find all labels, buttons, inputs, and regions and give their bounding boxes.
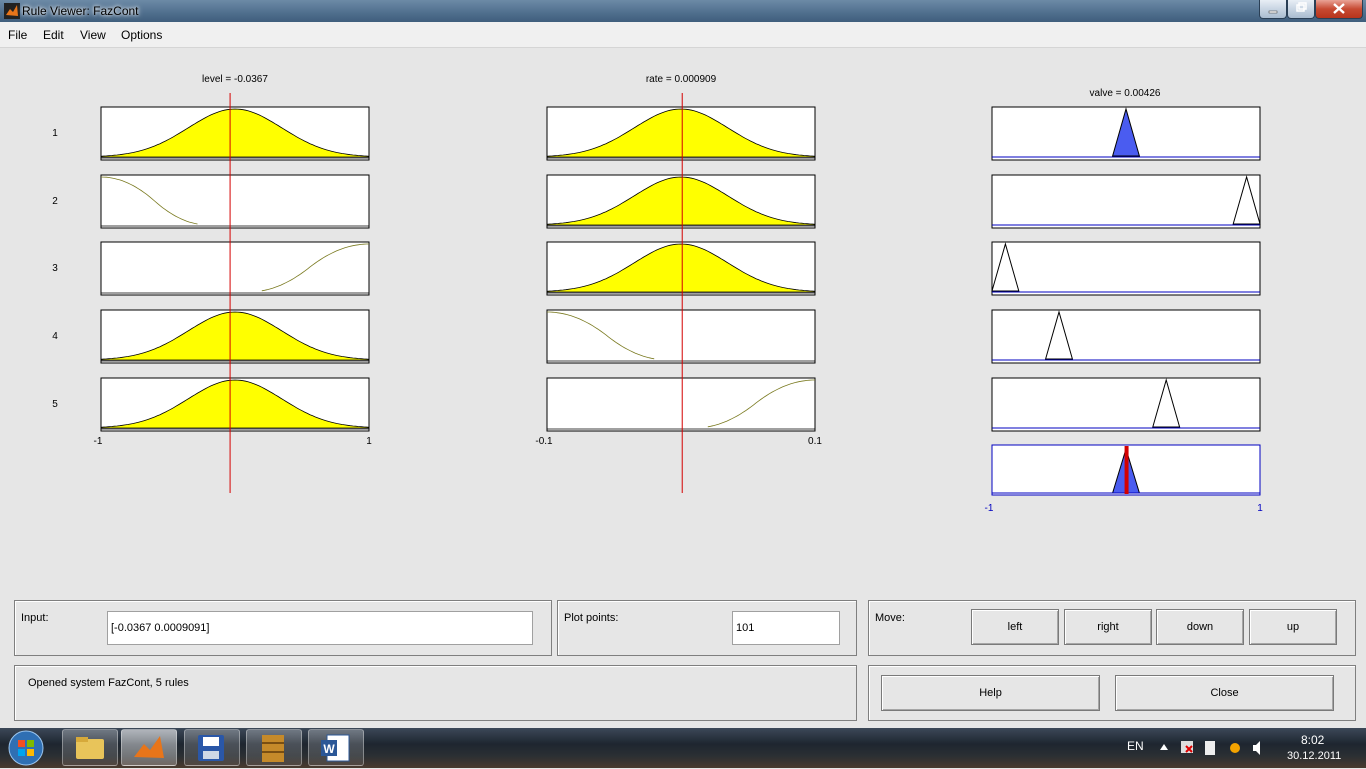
status-text: Opened system FazCont, 5 rules: [28, 677, 189, 689]
save-disk-icon: [198, 735, 224, 761]
plot-points-label: Plot points:: [564, 612, 619, 624]
mf-axes: [546, 309, 816, 364]
move-right-button[interactable]: right: [1064, 609, 1152, 645]
mf-axes: [100, 241, 370, 296]
input-title: rate = 0.000909: [646, 74, 717, 85]
tray-icons: [1160, 741, 1260, 755]
help-close-panel: Help Close: [868, 665, 1356, 721]
input-field[interactable]: [-0.0367 0.0009091]: [107, 611, 533, 645]
word-icon: W: [321, 734, 350, 762]
axis-min-label: -1: [94, 436, 103, 447]
rule-number: 1: [52, 128, 58, 139]
help-button[interactable]: Help: [881, 675, 1100, 711]
input-label: Input:: [21, 612, 49, 624]
output-mf-axes: [991, 377, 1261, 432]
output-mf-axes: [991, 309, 1261, 364]
output-axis-min-label: -1: [985, 503, 994, 514]
axis-max-label: 1: [366, 436, 372, 447]
volume-icon[interactable]: [1253, 741, 1260, 755]
output-mf-axes: [991, 241, 1261, 296]
network-icon[interactable]: [1230, 743, 1240, 753]
language-indicator[interactable]: EN: [1127, 739, 1144, 753]
rule-number: 2: [52, 196, 58, 207]
output-mf-axes: [991, 174, 1261, 229]
explorer-folder-icon: [76, 737, 104, 759]
show-hidden-icons-icon[interactable]: [1160, 744, 1168, 750]
taskbar-word[interactable]: W: [308, 729, 364, 766]
mf-axes: [546, 377, 816, 432]
input-title: level = -0.0367: [202, 74, 268, 85]
rule-number: 5: [52, 399, 58, 410]
matlab-taskbar-icon: [134, 736, 164, 758]
move-down-button[interactable]: down: [1156, 609, 1244, 645]
input-panel: Input: [-0.0367 0.0009091]: [14, 600, 552, 656]
rule-number: 3: [52, 263, 58, 274]
archive-icon: [262, 735, 284, 762]
clock-date[interactable]: 30.12.2011: [1287, 750, 1341, 762]
move-left-button[interactable]: left: [971, 609, 1059, 645]
taskbar-save[interactable]: [184, 729, 240, 766]
device-icon[interactable]: [1205, 741, 1215, 755]
windows-start-icon: [8, 730, 44, 766]
rule-number: 4: [52, 331, 58, 342]
taskbar-matlab[interactable]: [121, 729, 177, 766]
mf-axes: [100, 174, 370, 229]
output-axis-max-label: 1: [1257, 503, 1263, 514]
taskbar-explorer[interactable]: [62, 729, 118, 766]
move-up-button[interactable]: up: [1249, 609, 1337, 645]
axis-min-label: -0.1: [535, 436, 553, 447]
taskbar: W EN 8:02 30.12.2011: [0, 728, 1366, 768]
plot-points-panel: Plot points: 101: [557, 600, 857, 656]
axis-max-label: 0.1: [808, 436, 822, 447]
move-label: Move:: [875, 612, 905, 624]
clock-time[interactable]: 8:02: [1301, 733, 1324, 747]
taskbar-archive[interactable]: [246, 729, 302, 766]
close-dialog-button[interactable]: Close: [1115, 675, 1334, 711]
plot-points-field[interactable]: 101: [732, 611, 840, 645]
start-button[interactable]: [4, 730, 48, 766]
output-title: valve = 0.00426: [1090, 88, 1161, 99]
status-panel: Opened system FazCont, 5 rules: [14, 665, 857, 721]
rule-plots: 1 2 3 4 5 level = -0.0367 -1 1 rate = 0.000909 -0…: [52, 74, 1263, 514]
move-panel: Move: left right down up: [868, 600, 1356, 656]
svg-text:W: W: [323, 742, 335, 756]
